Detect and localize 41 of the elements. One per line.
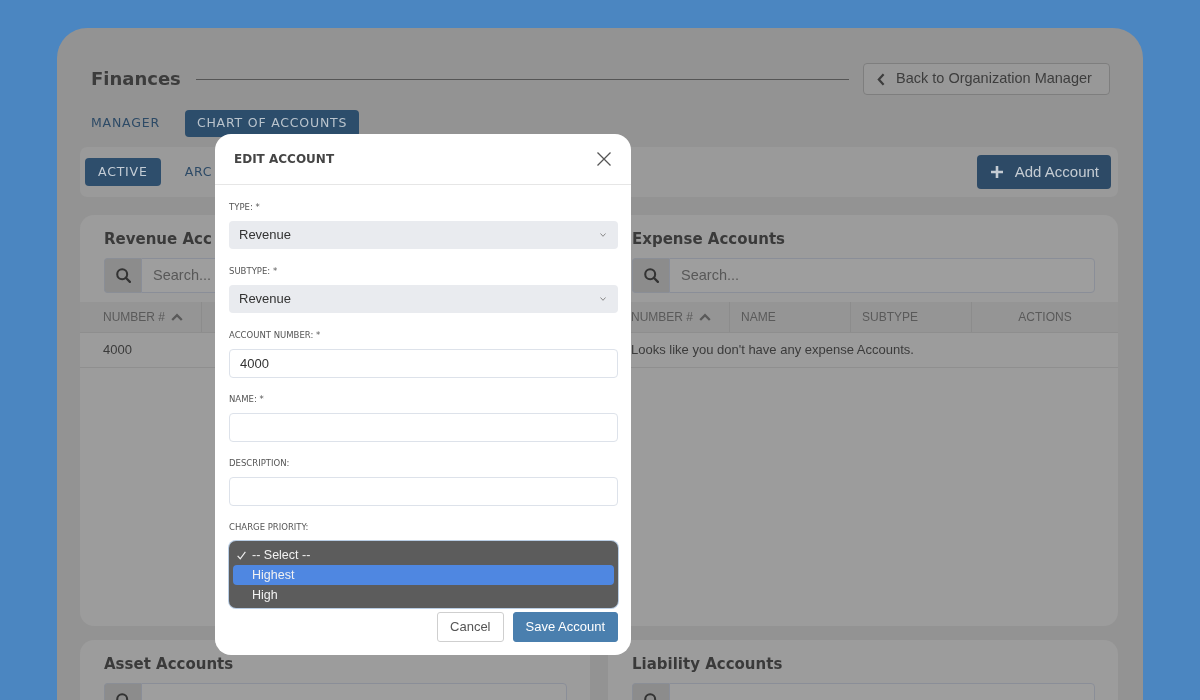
field-label: NAME: *	[229, 393, 265, 405]
plus-icon	[990, 166, 1003, 178]
page-title: Finances	[91, 67, 181, 91]
card-title: Revenue Acc	[104, 229, 212, 249]
search-field[interactable]: Search...	[669, 258, 1095, 293]
chevron-left-icon	[877, 72, 885, 86]
column-header[interactable]: ACTIONS	[972, 302, 1118, 332]
card-title: Expense Accounts	[632, 229, 785, 249]
add-account-button[interactable]: Add Account	[976, 155, 1111, 189]
field-label: DESCRIPTION:	[229, 457, 291, 469]
input-field[interactable]	[229, 413, 618, 442]
field-label: CHARGE PRIORITY:	[229, 521, 310, 533]
input-field[interactable]: 4000	[229, 349, 618, 378]
empty-message: Looks like you don't have any expense Accounts.	[630, 341, 915, 360]
dropdown-option[interactable]: -- Select --	[233, 545, 614, 565]
filter-tab[interactable]: ARC	[171, 158, 226, 186]
cancel-button[interactable]: Cancel	[437, 612, 504, 642]
card-title: Asset Accounts	[104, 654, 234, 674]
select-field[interactable]: Revenue	[229, 221, 618, 249]
field-label: TYPE: *	[229, 201, 261, 213]
dropdown-option[interactable]: High	[233, 585, 614, 605]
select-field[interactable]: Revenue	[229, 285, 618, 313]
save-button[interactable]: Save Account	[512, 612, 618, 642]
chevron-down-icon	[600, 297, 606, 301]
table-cell-text: 4000	[102, 341, 133, 360]
close-button[interactable]	[597, 152, 611, 166]
filter-tab[interactable]: ACTIVE	[85, 158, 161, 186]
input-field[interactable]	[229, 477, 618, 506]
column-header[interactable]: NAME	[730, 302, 851, 332]
close-icon	[597, 152, 611, 166]
back-button[interactable]: Back to Organization Manager	[863, 63, 1110, 95]
field-label: ACCOUNT NUMBER: *	[229, 329, 322, 341]
search-icon	[632, 258, 669, 293]
field-label: SUBTYPE: *	[229, 265, 279, 277]
column-header[interactable]: NUMBER #	[80, 302, 202, 332]
tab[interactable]: MANAGER	[79, 110, 172, 137]
card-title: Liability Accounts	[632, 654, 783, 674]
dropdown-option[interactable]: Highest	[233, 565, 614, 585]
column-header[interactable]: SUBTYPE	[851, 302, 972, 332]
chevron-down-icon	[600, 233, 606, 237]
dialog-title: EDIT ACCOUNT	[234, 151, 335, 167]
